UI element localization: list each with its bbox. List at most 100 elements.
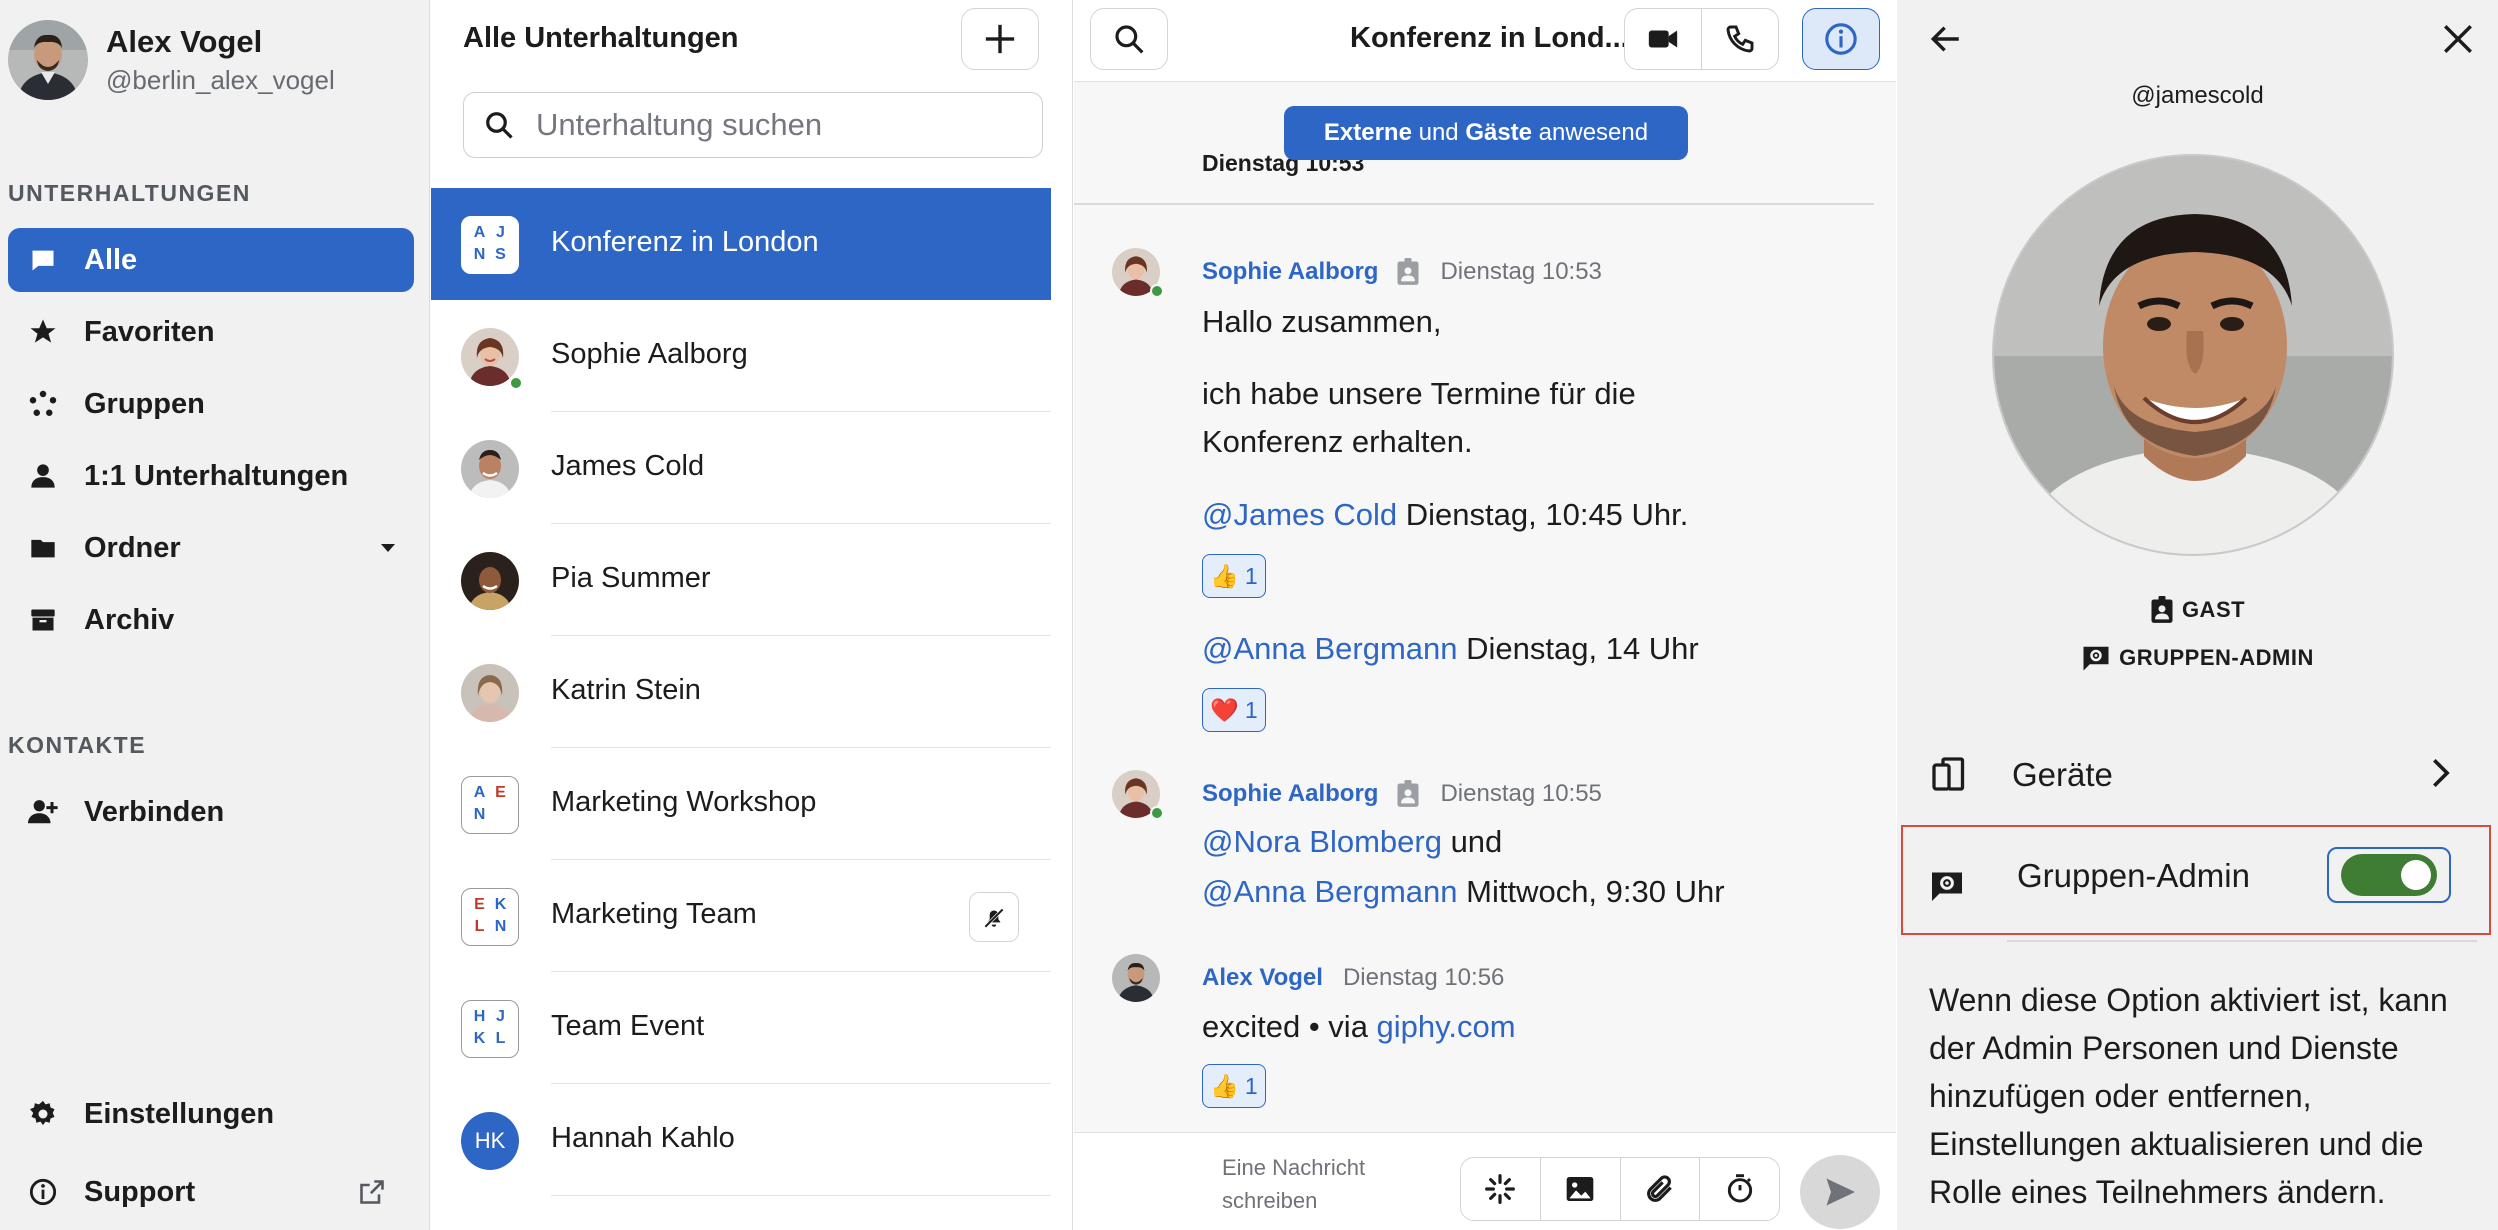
message-author[interactable]: Sophie Aalborg: [1202, 780, 1378, 808]
mention[interactable]: @James Cold: [1202, 497, 1397, 532]
back-arrow-icon[interactable]: [1929, 22, 1963, 56]
sidebar-item-all[interactable]: Alle: [8, 228, 414, 292]
giphy-link[interactable]: giphy.com: [1377, 1009, 1516, 1044]
sidebar-item-label: Archiv: [84, 603, 175, 636]
attachment-button[interactable]: [1621, 1158, 1701, 1220]
chevron-down-icon[interactable]: [378, 538, 398, 558]
online-status-indicator: [1150, 806, 1164, 820]
muted-notification-button[interactable]: [969, 892, 1019, 942]
conversation-item[interactable]: Sophie Aalborg: [431, 300, 1051, 412]
divider: [1074, 203, 1874, 205]
sidebar-item-label: Favoriten: [84, 315, 215, 348]
mention[interactable]: @Anna Bergmann: [1202, 874, 1458, 909]
sidebar-item-groups[interactable]: Gruppen: [8, 372, 414, 436]
sidebar-item-label: Gruppen: [84, 387, 205, 420]
video-call-button[interactable]: [1624, 8, 1702, 70]
conversation-item[interactable]: HK Hannah Kahlo: [431, 1084, 1051, 1196]
message-text: excited • via giphy.com: [1202, 1009, 1516, 1044]
message-author[interactable]: Sophie Aalborg: [1202, 258, 1378, 286]
online-status-indicator: [508, 375, 524, 391]
folder-icon: [26, 531, 60, 565]
gif-button[interactable]: [1461, 1158, 1541, 1220]
image-button[interactable]: [1541, 1158, 1621, 1220]
reaction-chip[interactable]: 👍 1: [1202, 1064, 1266, 1108]
reaction-chip[interactable]: ❤️ 1: [1202, 688, 1266, 732]
mention[interactable]: @Anna Bergmann: [1202, 631, 1458, 666]
toggle-knob: [2401, 860, 2431, 890]
user-profile[interactable]: Alex Vogel @berlin_alex_vogel: [8, 20, 335, 100]
external-guests-banner: Externe und Gäste anwesend: [1284, 106, 1688, 160]
heart-icon: ❤️: [1210, 696, 1239, 723]
sidebar-item-one-to-one[interactable]: 1:1 Unterhaltungen: [8, 444, 414, 508]
message-text: Konferenz erhalten.: [1202, 424, 1473, 459]
search-icon: [1113, 23, 1145, 55]
group-admin-role-badge: GRUPPEN-ADMIN: [1897, 644, 2498, 672]
devices-row[interactable]: Geräte: [1897, 736, 2498, 812]
sidebar-item-favorites[interactable]: Favoriten: [8, 300, 414, 364]
sidebar-item-archive[interactable]: Archiv: [8, 588, 414, 652]
search-icon: [484, 110, 514, 140]
message-timestamp: Dienstag 10:55: [1440, 780, 1602, 807]
conversation-search[interactable]: [463, 92, 1043, 158]
reaction-chip[interactable]: 👍 1: [1202, 554, 1266, 598]
conversation-name: Marketing Team: [551, 898, 757, 930]
message-input[interactable]: Eine Nachricht schreiben: [1222, 1151, 1372, 1217]
user-handle: @berlin_alex_vogel: [106, 65, 335, 95]
group-admin-toggle[interactable]: [2327, 847, 2451, 903]
add-person-icon: [26, 795, 60, 829]
avatar[interactable]: [1112, 954, 1160, 1002]
chat-search-button[interactable]: [1090, 8, 1168, 70]
sidebar-item-settings[interactable]: Einstellungen: [8, 1082, 414, 1146]
conversation-name: James Cold: [551, 450, 705, 482]
mention[interactable]: @Nora Blomberg: [1202, 824, 1442, 859]
conversation-item[interactable]: EK LN Marketing Team: [431, 860, 1051, 972]
admin-badge-icon: [1929, 869, 1965, 903]
conversation-item[interactable]: AE N Marketing Workshop: [431, 748, 1051, 860]
sidebar-item-folders[interactable]: Ordner: [8, 516, 414, 580]
close-icon[interactable]: [2441, 22, 2475, 56]
video-camera-icon: [1646, 22, 1680, 56]
user-name: Alex Vogel: [106, 24, 263, 59]
conversation-item[interactable]: Katrin Stein: [431, 636, 1051, 748]
message-header: Alex Vogel Dienstag 10:56: [1202, 964, 1504, 992]
message-text: @Anna Bergmann Dienstag, 14 Uhr: [1202, 631, 1699, 666]
conversation-info-button[interactable]: [1802, 8, 1880, 70]
thumbs-up-icon: 👍: [1210, 1072, 1239, 1099]
sidebar-item-label: Ordner: [84, 531, 181, 564]
sidebar-item-support[interactable]: Support: [8, 1160, 414, 1224]
send-button[interactable]: [1800, 1155, 1880, 1229]
person-icon: [26, 459, 60, 493]
toggle-switch[interactable]: [2341, 854, 2437, 896]
avatar: [461, 664, 519, 722]
timed-message-button[interactable]: [1700, 1158, 1779, 1220]
info-icon: [1824, 22, 1858, 56]
message-text: @Anna Bergmann Mittwoch, 9:30 Uhr: [1202, 874, 1725, 909]
guest-badge-icon: [1396, 258, 1420, 286]
sidebar-item-label: Verbinden: [84, 795, 225, 828]
group-admin-description: Wenn diese Option aktiviert ist, kann de…: [1929, 982, 2448, 1210]
conversation-item[interactable]: James Cold: [431, 412, 1051, 524]
audio-call-button[interactable]: [1701, 8, 1779, 70]
message-text: @James Cold Dienstag, 10:45 Uhr.: [1202, 497, 1689, 532]
sidebar-item-connect[interactable]: Verbinden: [8, 780, 414, 844]
message-author[interactable]: Alex Vogel: [1202, 964, 1323, 992]
conversation-item[interactable]: Pia Summer: [431, 524, 1051, 636]
search-input[interactable]: [536, 107, 1016, 143]
conversation-item[interactable]: HJ KL Team Event: [431, 972, 1051, 1084]
conversation-list-title: Alle Unterhaltungen: [463, 22, 739, 54]
gear-icon: [26, 1097, 60, 1131]
guest-role-badge: GAST: [1897, 596, 2498, 624]
bell-muted-icon: [981, 904, 1007, 930]
group-dots-icon: [26, 387, 60, 421]
conversation-name: Marketing Workshop: [551, 786, 817, 818]
avatar[interactable]: [8, 20, 88, 100]
star-icon: [26, 315, 60, 349]
message-composer: Eine Nachricht schreiben: [1074, 1132, 1896, 1230]
message-text: ich habe unsere Termine für die: [1202, 376, 1636, 411]
chat-header: Konferenz in Lond...: [1074, 0, 1896, 82]
sidebar-item-label: 1:1 Unterhaltungen: [84, 459, 349, 492]
thumbs-up-icon: 👍: [1210, 562, 1239, 589]
conversation-name: Team Event: [551, 1010, 705, 1042]
new-conversation-button[interactable]: [961, 8, 1039, 70]
conversation-item[interactable]: AJ NS Konferenz in London: [431, 188, 1051, 300]
